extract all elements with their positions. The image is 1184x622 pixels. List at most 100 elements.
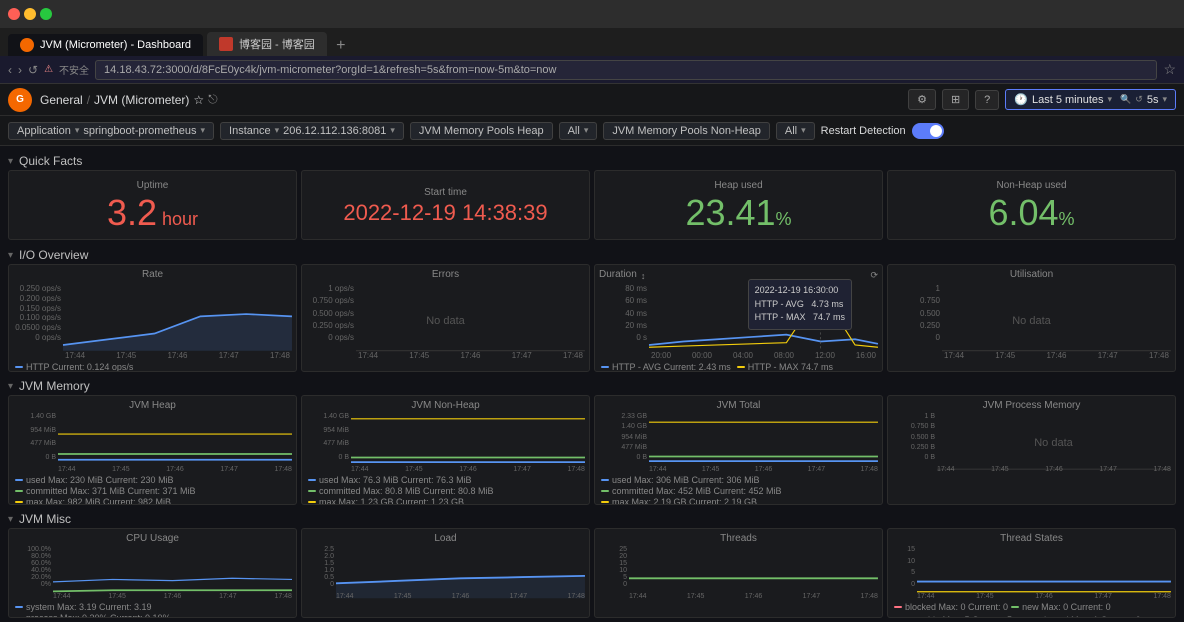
maximize-btn[interactable] — [40, 8, 52, 20]
errors-chart: Errors 1 ops/s0.750 ops/s0.500 ops/s0.25… — [301, 264, 590, 372]
duration-max-dot — [737, 366, 745, 368]
errors-chart-body: 1 ops/s0.750 ops/s0.500 ops/s0.250 ops/s… — [306, 282, 585, 360]
application-filter[interactable]: Application ▾ springboot-prometheus ▾ — [8, 122, 214, 140]
jvm-memory-grid: JVM Heap 1.40 GB954 MiB477 MiB0 B 17:441… — [8, 395, 1176, 505]
jvm-total-svg — [649, 413, 878, 468]
jvm-total-body: 2.33 GB1.40 GB954 MiB477 MiB0 B 17:4417:… — [599, 413, 878, 473]
grafana-logo[interactable]: G — [8, 88, 32, 112]
share-icon[interactable]: ⎋ — [208, 92, 218, 107]
breadcrumb-dashboard[interactable]: JVM (Micrometer) — [94, 93, 189, 107]
errors-y-axis: 1 ops/s0.750 ops/s0.500 ops/s0.250 ops/s… — [306, 282, 356, 344]
quick-facts-grid: Uptime 3.2 hour Start time 2022-12-19 14… — [8, 170, 1176, 240]
jvm-nonheap-body: 1.40 GB954 MiB477 MiB0 B 17:4417:4517:46… — [306, 413, 585, 473]
heap-pools-filter[interactable]: JVM Memory Pools Heap — [410, 122, 553, 140]
jvm-misc-header[interactable]: ▾ JVM Misc — [8, 508, 1176, 528]
nonheap-pools-filter[interactable]: JVM Memory Pools Non-Heap — [603, 122, 770, 140]
jvm-process-y-axis: 1 B0.750 B0.500 B0.250 B0 B — [892, 413, 937, 461]
tab-jvm[interactable]: JVM (Micrometer) - Dashboard — [8, 34, 203, 56]
heap-committed-dot — [15, 490, 23, 492]
bookmark-star[interactable]: ☆ — [1163, 61, 1176, 78]
duration-action-icon[interactable]: ⟳ — [870, 270, 878, 281]
utilisation-chart: Utilisation 10.7500.5000.2500 No data 17… — [887, 264, 1176, 372]
restart-detection-label: Restart Detection — [821, 125, 906, 137]
jvm-misc-grid: CPU Usage 100.0%80.0%60.0%40.0%20.0%0% 1… — [8, 528, 1176, 618]
jvm-heap-chart: JVM Heap 1.40 GB954 MiB477 MiB0 B 17:441… — [8, 395, 297, 505]
errors-no-data: No data — [426, 315, 465, 327]
not-secure-label: 不安全 — [59, 62, 89, 77]
tab-jvm-label: JVM (Micrometer) - Dashboard — [40, 39, 191, 51]
cycle-view-btn[interactable]: ⊞ — [942, 89, 969, 110]
all1-filter[interactable]: All ▾ — [559, 122, 598, 140]
heap-used-value: 23.41% — [685, 195, 791, 231]
favorite-icon[interactable]: ☆ — [193, 93, 204, 107]
duration-legend: HTTP - AVG Current: 2.43 ms HTTP - MAX 7… — [599, 360, 878, 372]
tab-blog[interactable]: 博客园 - 博客园 — [207, 32, 327, 56]
duration-legend-max: HTTP - MAX 74.7 ms — [737, 362, 833, 372]
heap-pools-label: JVM Memory Pools Heap — [419, 125, 544, 137]
new-tab-button[interactable]: + — [331, 36, 351, 56]
cpu-x-axis: 17:4417:4517:4617:4717:48 — [53, 593, 292, 600]
jvm-nonheap-chart: JVM Non-Heap 1.40 GB954 MiB477 MiB0 B 17… — [301, 395, 590, 505]
jvm-heap-svg — [58, 413, 292, 469]
non-heap-used-card: Non-Heap used 6.04% — [887, 170, 1176, 240]
instance-filter[interactable]: Instance ▾ 206.12.112.136:8081 ▾ — [220, 122, 404, 140]
io-collapse-icon: ▾ — [8, 250, 13, 261]
duration-x-axis: 20:0000:0004:0008:0012:0016:00 — [649, 351, 878, 360]
all2-filter[interactable]: All ▾ — [776, 122, 815, 140]
uptime-label: Uptime — [137, 180, 169, 191]
application-label: Application — [17, 125, 71, 137]
jvm-total-x-axis: 17:4417:4517:4617:4717:48 — [649, 466, 878, 473]
utilisation-svg — [942, 282, 1171, 351]
toolbar: Application ▾ springboot-prometheus ▾ In… — [0, 116, 1184, 146]
duration-sort-icon: ↕ — [641, 271, 646, 281]
jvm-heap-x-axis: 17:4417:4517:4617:4717:48 — [58, 466, 292, 473]
load-body: 2.52.01.51.00.50 17:4417:4517:4617:4717:… — [306, 546, 585, 600]
errors-x-axis: 17:4417:4517:4617:4717:48 — [356, 351, 585, 360]
breadcrumb-general[interactable]: General — [40, 93, 83, 107]
instance-value-arrow: ▾ — [390, 125, 395, 136]
jvm-process-no-data: No data — [1034, 437, 1073, 449]
non-heap-label: Non-Heap used — [996, 180, 1066, 191]
heap-max-dot — [15, 501, 23, 503]
restart-detection-container: Restart Detection — [821, 123, 944, 139]
jvm-misc-collapse-icon: ▾ — [8, 514, 13, 525]
quick-facts-header[interactable]: ▾ Quick Facts — [8, 150, 1176, 170]
threads-y-axis: 2520151050 — [599, 546, 629, 588]
all1-label: All — [568, 125, 580, 137]
close-btn[interactable] — [8, 8, 20, 20]
grafana-favicon — [20, 38, 34, 52]
restart-detection-toggle[interactable] — [912, 123, 944, 139]
thread-states-legend: blocked Max: 0 Current: 0 new Max: 0 Cur… — [892, 600, 1171, 618]
application-dropdown-arrow: ▾ — [75, 125, 80, 136]
jvm-memory-collapse-icon: ▾ — [8, 381, 13, 392]
load-y-axis: 2.52.01.51.00.50 — [306, 546, 336, 588]
time-range-label: Last 5 minutes — [1032, 94, 1104, 106]
load-x-axis: 17:4417:4517:4617:4717:48 — [336, 593, 585, 600]
cpu-usage-chart: CPU Usage 100.0%80.0%60.0%40.0%20.0%0% 1… — [8, 528, 297, 618]
load-chart: Load 2.52.01.51.00.50 17:4417:4517:4617:… — [301, 528, 590, 618]
security-icon: ⚠ — [44, 64, 53, 75]
time-range-picker[interactable]: 🕐 Last 5 minutes ▾ 🔍 ↺ 5s ▾ — [1005, 89, 1176, 110]
address-input[interactable] — [95, 60, 1157, 80]
minimize-btn[interactable] — [24, 8, 36, 20]
thread-states-x-axis: 17:4417:4517:4617:4717:48 — [917, 593, 1171, 600]
uptime-value: 3.2 hour — [107, 195, 198, 231]
address-bar: ‹ › ↺ ⚠ 不安全 ☆ — [0, 56, 1184, 84]
io-overview-header[interactable]: ▾ I/O Overview — [8, 244, 1176, 264]
jvm-total-chart: JVM Total 2.33 GB1.40 GB954 MiB477 MiB0 … — [594, 395, 883, 505]
back-button[interactable]: ‹ — [8, 63, 12, 77]
cpu-legend: system Max: 3.19 Current: 3.19 process M… — [13, 600, 292, 618]
rate-legend: HTTP Current: 0.124 ops/s — [13, 360, 292, 372]
help-btn[interactable]: ? — [975, 90, 999, 110]
jvm-memory-header[interactable]: ▾ JVM Memory — [8, 375, 1176, 395]
grafana-header: G General / JVM (Micrometer) ☆ ⎋ ⚙ ⊞ ? 🕐… — [0, 84, 1184, 116]
errors-title: Errors — [306, 269, 585, 280]
jvm-nonheap-x-axis: 17:4417:4517:4617:4717:48 — [351, 466, 585, 473]
forward-button[interactable]: › — [18, 63, 22, 77]
all2-label: All — [785, 125, 797, 137]
dashboard-settings-btn[interactable]: ⚙ — [908, 89, 936, 110]
browser-titlebar — [0, 0, 1184, 28]
jvm-process-title: JVM Process Memory — [892, 400, 1171, 411]
refresh-browser-button[interactable]: ↺ — [28, 63, 38, 77]
jvm-nonheap-y-axis: 1.40 GB954 MiB477 MiB0 B — [306, 413, 351, 461]
